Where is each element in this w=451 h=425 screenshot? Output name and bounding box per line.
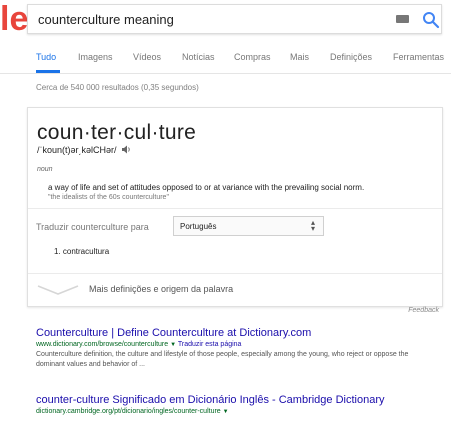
- tab-mais[interactable]: Mais: [290, 52, 309, 62]
- speaker-icon[interactable]: [122, 145, 132, 154]
- url-dropdown-icon[interactable]: ▼: [223, 409, 229, 415]
- result-title-link[interactable]: counter-culture Significado em Dicionári…: [36, 394, 436, 406]
- headword: coun·ter·cul·ture: [37, 121, 197, 144]
- tab-ferramentas[interactable]: Ferramentas: [393, 52, 444, 62]
- more-definitions-button[interactable]: Mais definições e origem da palavra: [28, 274, 442, 307]
- result-url-text: dictionary.cambridge.org/pt/dicionario/i…: [36, 408, 221, 415]
- tab-definicoes[interactable]: Definições: [330, 52, 372, 62]
- result-stats: Cerca de 540 000 resultados (0,35 segund…: [36, 83, 199, 92]
- language-select-value: Português: [180, 222, 217, 231]
- more-definitions-label: Mais definições e origem da palavra: [89, 284, 234, 294]
- tabs-divider: [0, 73, 451, 74]
- tab-noticias[interactable]: Notícias: [182, 52, 215, 62]
- translation-result: 1. contracultura: [54, 247, 110, 256]
- tab-videos[interactable]: Vídeos: [133, 52, 161, 62]
- search-result: counter-culture Significado em Dicionári…: [36, 394, 436, 415]
- dictionary-card: coun·ter·cul·ture /ˈkoun(t)ər͵kəlCHər/ n…: [27, 107, 443, 307]
- search-bar: [27, 4, 442, 34]
- tab-imagens[interactable]: Imagens: [78, 52, 113, 62]
- result-url: dictionary.cambridge.org/pt/dicionario/i…: [36, 408, 436, 415]
- pronunciation: /ˈkoun(t)ər͵kəlCHər/: [37, 145, 132, 155]
- select-arrows-icon: ▴ ▾: [310, 218, 315, 233]
- language-select[interactable]: Português ▴ ▾: [173, 216, 324, 236]
- translate-label: Traduzir counterculture para: [36, 222, 149, 232]
- search-result: Counterculture | Define Counterculture a…: [36, 327, 436, 370]
- tab-compras[interactable]: Compras: [234, 52, 271, 62]
- search-results-page: le Tudo Imagens Vídeos Notícias Compras …: [0, 0, 451, 425]
- definition: a way of life and set of attitudes oppos…: [48, 183, 365, 192]
- card-divider: [28, 208, 442, 209]
- pronunciation-text: /ˈkoun(t)ər͵kəlCHər/: [37, 145, 117, 155]
- result-snippet: Counterculture definition, the culture a…: [36, 351, 409, 368]
- feedback-link[interactable]: Feedback: [408, 307, 439, 314]
- chevron-down-icon: [37, 285, 79, 295]
- part-of-speech: noun: [37, 166, 53, 173]
- result-title-link[interactable]: Counterculture | Define Counterculture a…: [36, 327, 436, 339]
- result-url-text: www.dictionary.com/browse/counterculture: [36, 341, 169, 348]
- search-icon[interactable]: [422, 11, 440, 29]
- result-url: www.dictionary.com/browse/counterculture…: [36, 341, 436, 348]
- url-dropdown-icon[interactable]: ▼: [170, 342, 176, 348]
- keyboard-icon[interactable]: [396, 15, 409, 23]
- search-tabs: Tudo Imagens Vídeos Notícias Compras Mai…: [36, 52, 451, 72]
- example-sentence: "the idealists of the 60s counterculture…: [48, 194, 169, 201]
- tab-tudo[interactable]: Tudo: [36, 52, 56, 62]
- search-input[interactable]: [38, 5, 378, 33]
- translate-page-link[interactable]: Traduzir esta página: [178, 341, 242, 348]
- google-logo[interactable]: le: [0, 2, 28, 36]
